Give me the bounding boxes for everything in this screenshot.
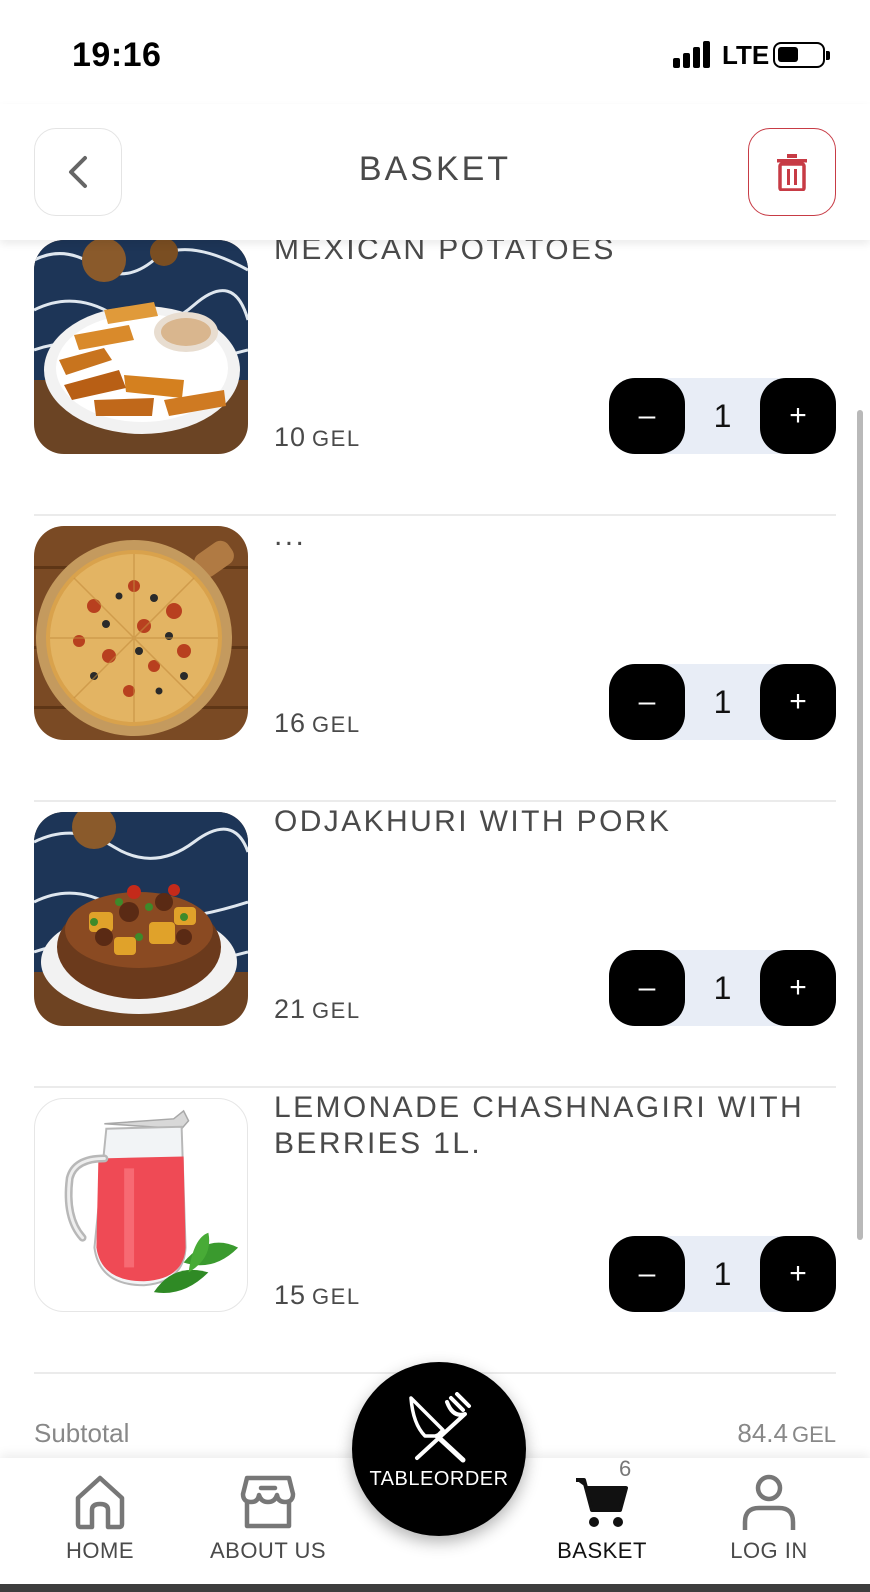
quantity-stepper: – 1 + xyxy=(609,664,836,740)
quantity-value: 1 xyxy=(713,397,732,434)
quantity-value: 1 xyxy=(713,683,732,720)
increase-quantity-button[interactable]: + xyxy=(760,1236,836,1312)
scrollbar[interactable] xyxy=(857,410,863,1240)
status-bar: 19:16 LTE xyxy=(0,0,870,104)
battery-icon xyxy=(773,42,830,68)
item-name: ODJAKHURI WITH PORK xyxy=(274,805,672,838)
store-icon xyxy=(240,1475,296,1529)
page-title: BASKET xyxy=(358,150,512,188)
item-image-odjakhuri xyxy=(34,812,248,1026)
basket-count-badge: 6 xyxy=(619,1456,632,1481)
clear-basket-button[interactable] xyxy=(748,128,836,216)
increase-quantity-button[interactable]: + xyxy=(760,950,836,1026)
item-name: LEMONADE CHASHNAGIRI WITH BERRIES 1L. xyxy=(274,1091,805,1160)
home-indicator xyxy=(0,1584,870,1592)
decrease-quantity-button[interactable]: – xyxy=(609,378,685,454)
network-type: LTE xyxy=(722,40,770,70)
item-price: 15 GEL xyxy=(274,1280,361,1310)
decrease-quantity-button[interactable]: – xyxy=(609,1236,685,1312)
user-icon xyxy=(742,1474,796,1530)
nav-login[interactable]: LOG IN xyxy=(694,1458,844,1592)
status-time: 19:16 xyxy=(72,36,162,74)
increase-quantity-button[interactable]: + xyxy=(760,378,836,454)
home-icon xyxy=(75,1475,125,1530)
subtotal-label: Subtotal xyxy=(34,1418,130,1448)
header: BASKET xyxy=(0,104,870,240)
item-price: 16 GEL xyxy=(274,708,361,738)
item-image-lemonade xyxy=(34,1098,248,1312)
item-price: 21 GEL xyxy=(274,994,361,1024)
quantity-stepper: – 1 + xyxy=(609,1236,836,1312)
tableorder-button[interactable]: TABLEORDER xyxy=(352,1362,526,1536)
increase-quantity-button[interactable]: + xyxy=(760,664,836,740)
decrease-quantity-button[interactable]: – xyxy=(609,664,685,740)
quantity-stepper: – 1 + xyxy=(609,378,836,454)
basket-item: LEMONADE CHASHNAGIRI WITH BERRIES 1L. 15… xyxy=(34,1088,836,1374)
quantity-value: 1 xyxy=(713,1255,732,1292)
decrease-quantity-button[interactable]: – xyxy=(609,950,685,1026)
item-image-mexican-potatoes xyxy=(34,240,248,454)
basket-item: ... 16 GEL – 1 + xyxy=(34,516,836,802)
item-name: ... xyxy=(274,519,307,552)
nav-basket[interactable]: 6 BASKET xyxy=(527,1456,677,1592)
item-price: 10 GEL xyxy=(274,422,361,452)
basket-item: MEXICAN POTATOES 10 GEL – 1 + xyxy=(34,230,836,516)
trash-icon xyxy=(777,154,807,191)
basket-item: ODJAKHURI WITH PORK 21 GEL – 1 + xyxy=(34,802,836,1088)
signal-icon xyxy=(673,40,713,68)
nav-basket-label: BASKET xyxy=(557,1538,647,1563)
nav-home[interactable]: HOME xyxy=(25,1458,175,1592)
nav-home-label: HOME xyxy=(66,1538,134,1563)
quantity-stepper: – 1 + xyxy=(609,950,836,1026)
item-image-pizza xyxy=(34,526,248,740)
nav-about-us[interactable]: ABOUT US xyxy=(193,1458,343,1592)
nav-login-label: LOG IN xyxy=(730,1538,808,1563)
cutlery-icon xyxy=(409,1392,471,1463)
subtotal-value: 84.4 GEL xyxy=(737,1418,836,1448)
nav-about-us-label: ABOUT US xyxy=(209,1538,327,1563)
quantity-value: 1 xyxy=(713,969,732,1006)
tableorder-label: TABLEORDER xyxy=(369,1468,509,1490)
